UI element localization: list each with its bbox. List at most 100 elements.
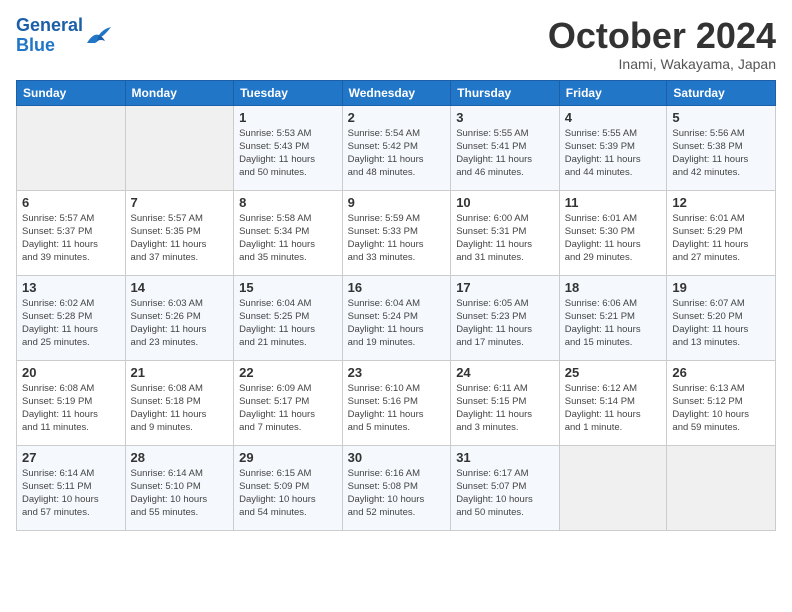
calendar-header: SundayMondayTuesdayWednesdayThursdayFrid… <box>17 80 776 105</box>
day-number: 18 <box>565 280 662 295</box>
day-number: 24 <box>456 365 554 380</box>
weekday-header-wednesday: Wednesday <box>342 80 451 105</box>
calendar-cell: 23 Sunrise: 6:10 AM Sunset: 5:16 PM Dayli… <box>342 360 451 445</box>
month-title: October 2024 <box>548 16 776 56</box>
calendar-cell <box>17 105 126 190</box>
day-number: 5 <box>672 110 770 125</box>
calendar-cell: 18 Sunrise: 6:06 AM Sunset: 5:21 PM Dayli… <box>559 275 667 360</box>
calendar-cell: 21 Sunrise: 6:08 AM Sunset: 5:18 PM Dayli… <box>125 360 234 445</box>
logo-bird-icon <box>85 25 113 47</box>
day-number: 26 <box>672 365 770 380</box>
calendar-cell: 22 Sunrise: 6:09 AM Sunset: 5:17 PM Dayli… <box>234 360 343 445</box>
day-info: Sunrise: 5:59 AM Sunset: 5:33 PM Dayligh… <box>348 212 446 265</box>
calendar-cell: 25 Sunrise: 6:12 AM Sunset: 5:14 PM Dayli… <box>559 360 667 445</box>
day-number: 20 <box>22 365 120 380</box>
day-number: 9 <box>348 195 446 210</box>
logo-text: General Blue <box>16 16 83 56</box>
day-info: Sunrise: 5:55 AM Sunset: 5:39 PM Dayligh… <box>565 127 662 180</box>
weekday-header-friday: Friday <box>559 80 667 105</box>
day-info: Sunrise: 5:57 AM Sunset: 5:35 PM Dayligh… <box>131 212 229 265</box>
weekday-header-thursday: Thursday <box>451 80 560 105</box>
day-number: 6 <box>22 195 120 210</box>
calendar-cell: 12 Sunrise: 6:01 AM Sunset: 5:29 PM Dayli… <box>667 190 776 275</box>
calendar-cell: 26 Sunrise: 6:13 AM Sunset: 5:12 PM Dayli… <box>667 360 776 445</box>
calendar-cell: 27 Sunrise: 6:14 AM Sunset: 5:11 PM Dayli… <box>17 445 126 530</box>
day-info: Sunrise: 6:12 AM Sunset: 5:14 PM Dayligh… <box>565 382 662 435</box>
calendar-week-row: 27 Sunrise: 6:14 AM Sunset: 5:11 PM Dayli… <box>17 445 776 530</box>
day-info: Sunrise: 6:14 AM Sunset: 5:11 PM Dayligh… <box>22 467 120 520</box>
day-info: Sunrise: 6:17 AM Sunset: 5:07 PM Dayligh… <box>456 467 554 520</box>
day-number: 1 <box>239 110 337 125</box>
day-info: Sunrise: 6:14 AM Sunset: 5:10 PM Dayligh… <box>131 467 229 520</box>
day-info: Sunrise: 6:00 AM Sunset: 5:31 PM Dayligh… <box>456 212 554 265</box>
weekday-header-monday: Monday <box>125 80 234 105</box>
calendar-cell: 4 Sunrise: 5:55 AM Sunset: 5:39 PM Daylig… <box>559 105 667 190</box>
day-info: Sunrise: 6:01 AM Sunset: 5:29 PM Dayligh… <box>672 212 770 265</box>
calendar-cell: 13 Sunrise: 6:02 AM Sunset: 5:28 PM Dayli… <box>17 275 126 360</box>
day-info: Sunrise: 5:58 AM Sunset: 5:34 PM Dayligh… <box>239 212 337 265</box>
calendar-week-row: 1 Sunrise: 5:53 AM Sunset: 5:43 PM Daylig… <box>17 105 776 190</box>
day-info: Sunrise: 6:07 AM Sunset: 5:20 PM Dayligh… <box>672 297 770 350</box>
weekday-header-tuesday: Tuesday <box>234 80 343 105</box>
day-number: 12 <box>672 195 770 210</box>
calendar-cell: 17Sunrise: 6:05 AM Sunset: 5:23 PM Dayli… <box>451 275 560 360</box>
calendar-cell <box>667 445 776 530</box>
calendar-cell: 2 Sunrise: 5:54 AM Sunset: 5:42 PM Daylig… <box>342 105 451 190</box>
title-block: October 2024 Inami, Wakayama, Japan <box>548 16 776 72</box>
day-info: Sunrise: 5:57 AM Sunset: 5:37 PM Dayligh… <box>22 212 120 265</box>
day-number: 16 <box>348 280 446 295</box>
day-info: Sunrise: 5:54 AM Sunset: 5:42 PM Dayligh… <box>348 127 446 180</box>
day-info: Sunrise: 6:10 AM Sunset: 5:16 PM Dayligh… <box>348 382 446 435</box>
day-number: 25 <box>565 365 662 380</box>
day-number: 8 <box>239 195 337 210</box>
day-number: 15 <box>239 280 337 295</box>
day-number: 22 <box>239 365 337 380</box>
day-info: Sunrise: 6:09 AM Sunset: 5:17 PM Dayligh… <box>239 382 337 435</box>
day-info: Sunrise: 6:04 AM Sunset: 5:24 PM Dayligh… <box>348 297 446 350</box>
day-number: 23 <box>348 365 446 380</box>
day-number: 21 <box>131 365 229 380</box>
day-info: Sunrise: 6:03 AM Sunset: 5:26 PM Dayligh… <box>131 297 229 350</box>
calendar-cell: 7Sunrise: 5:57 AM Sunset: 5:35 PM Daylig… <box>125 190 234 275</box>
calendar-cell: 14 Sunrise: 6:03 AM Sunset: 5:26 PM Dayli… <box>125 275 234 360</box>
calendar-week-row: 20 Sunrise: 6:08 AM Sunset: 5:19 PM Dayli… <box>17 360 776 445</box>
calendar-cell: 10 Sunrise: 6:00 AM Sunset: 5:31 PM Dayli… <box>451 190 560 275</box>
calendar-cell: 24Sunrise: 6:11 AM Sunset: 5:15 PM Dayli… <box>451 360 560 445</box>
day-info: Sunrise: 6:08 AM Sunset: 5:18 PM Dayligh… <box>131 382 229 435</box>
day-number: 19 <box>672 280 770 295</box>
calendar-cell: 29Sunrise: 6:15 AM Sunset: 5:09 PM Dayli… <box>234 445 343 530</box>
calendar-week-row: 6 Sunrise: 5:57 AM Sunset: 5:37 PM Daylig… <box>17 190 776 275</box>
day-info: Sunrise: 6:06 AM Sunset: 5:21 PM Dayligh… <box>565 297 662 350</box>
day-number: 13 <box>22 280 120 295</box>
location-subtitle: Inami, Wakayama, Japan <box>548 56 776 72</box>
day-info: Sunrise: 5:53 AM Sunset: 5:43 PM Dayligh… <box>239 127 337 180</box>
day-number: 30 <box>348 450 446 465</box>
day-info: Sunrise: 6:02 AM Sunset: 5:28 PM Dayligh… <box>22 297 120 350</box>
calendar-cell: 3 Sunrise: 5:55 AM Sunset: 5:41 PM Daylig… <box>451 105 560 190</box>
calendar-cell: 30 Sunrise: 6:16 AM Sunset: 5:08 PM Dayli… <box>342 445 451 530</box>
day-number: 28 <box>131 450 229 465</box>
calendar-cell: 5Sunrise: 5:56 AM Sunset: 5:38 PM Daylig… <box>667 105 776 190</box>
calendar-cell: 19 Sunrise: 6:07 AM Sunset: 5:20 PM Dayli… <box>667 275 776 360</box>
calendar-cell: 16 Sunrise: 6:04 AM Sunset: 5:24 PM Dayli… <box>342 275 451 360</box>
day-number: 17 <box>456 280 554 295</box>
day-info: Sunrise: 6:08 AM Sunset: 5:19 PM Dayligh… <box>22 382 120 435</box>
day-number: 3 <box>456 110 554 125</box>
calendar-cell <box>125 105 234 190</box>
day-number: 2 <box>348 110 446 125</box>
calendar-table: SundayMondayTuesdayWednesdayThursdayFrid… <box>16 80 776 531</box>
calendar-cell: 6 Sunrise: 5:57 AM Sunset: 5:37 PM Daylig… <box>17 190 126 275</box>
calendar-cell: 8 Sunrise: 5:58 AM Sunset: 5:34 PM Daylig… <box>234 190 343 275</box>
day-info: Sunrise: 5:55 AM Sunset: 5:41 PM Dayligh… <box>456 127 554 180</box>
day-number: 14 <box>131 280 229 295</box>
day-number: 4 <box>565 110 662 125</box>
calendar-cell: 1 Sunrise: 5:53 AM Sunset: 5:43 PM Daylig… <box>234 105 343 190</box>
day-info: Sunrise: 6:13 AM Sunset: 5:12 PM Dayligh… <box>672 382 770 435</box>
day-number: 27 <box>22 450 120 465</box>
logo: General Blue <box>16 16 113 56</box>
day-number: 10 <box>456 195 554 210</box>
calendar-cell: 9 Sunrise: 5:59 AM Sunset: 5:33 PM Daylig… <box>342 190 451 275</box>
day-info: Sunrise: 6:16 AM Sunset: 5:08 PM Dayligh… <box>348 467 446 520</box>
day-info: Sunrise: 6:15 AM Sunset: 5:09 PM Dayligh… <box>239 467 337 520</box>
calendar-cell: 15Sunrise: 6:04 AM Sunset: 5:25 PM Dayli… <box>234 275 343 360</box>
